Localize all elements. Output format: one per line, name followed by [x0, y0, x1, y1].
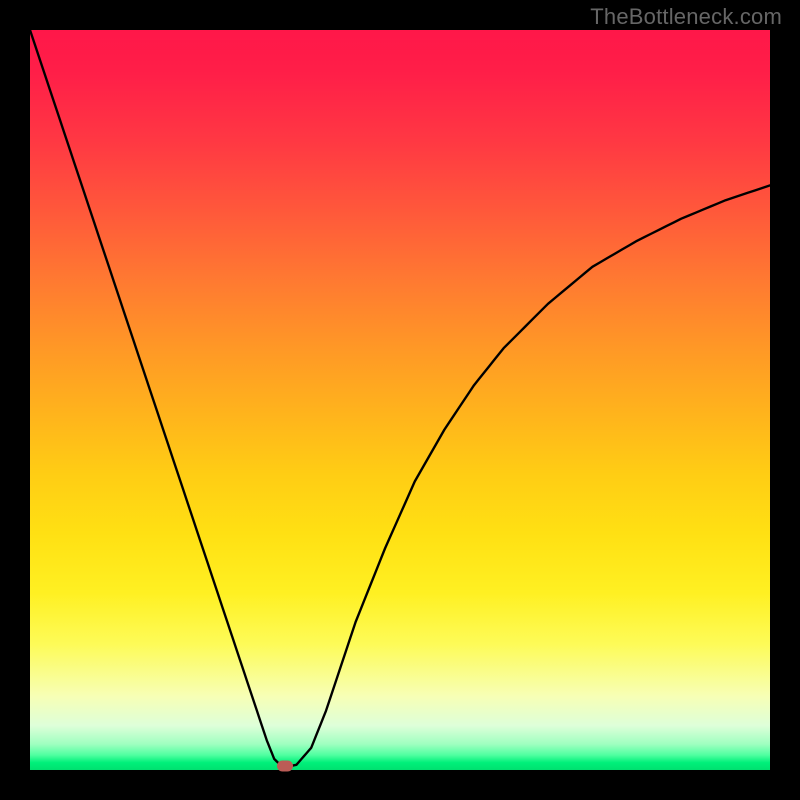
min-marker	[277, 761, 293, 772]
curve-layer	[30, 30, 770, 770]
chart-area	[30, 30, 770, 770]
bottleneck-curve	[30, 30, 770, 766]
watermark-text: TheBottleneck.com	[590, 4, 782, 30]
